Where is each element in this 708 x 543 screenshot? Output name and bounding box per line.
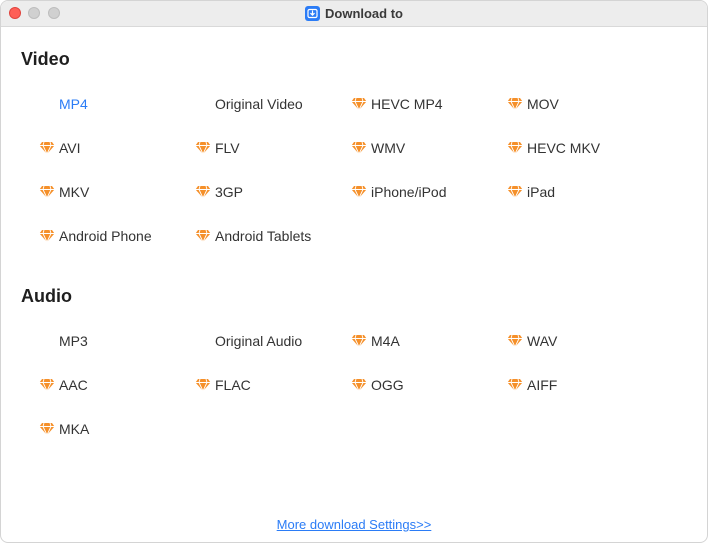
format-label: WAV: [527, 333, 558, 349]
format-option-flac[interactable]: FLAC: [195, 376, 251, 394]
download-to-window: Download to Video MP4 Original Video HEVC …: [0, 0, 708, 543]
format-option-mov[interactable]: MOV: [507, 95, 559, 113]
format-label: HEVC MKV: [527, 140, 601, 156]
icon-spacer: [39, 97, 55, 111]
title-bar: Download to: [1, 1, 707, 27]
premium-diamond-icon: [195, 141, 211, 155]
format-option-m4a[interactable]: M4A: [351, 332, 400, 350]
format-option-aiff[interactable]: AIFF: [507, 376, 557, 394]
format-label: M4A: [371, 333, 400, 349]
format-option-aac[interactable]: AAC: [39, 376, 88, 394]
format-option-flv[interactable]: FLV: [195, 139, 240, 157]
format-option-original-audio[interactable]: Original Audio: [195, 332, 302, 350]
format-label: HEVC MP4: [371, 96, 443, 112]
window-title: Download to: [325, 5, 403, 21]
format-label: MP4: [59, 96, 88, 112]
format-label: iPhone/iPod: [371, 184, 447, 200]
format-label: 3GP: [215, 184, 244, 200]
premium-diamond-icon: [39, 141, 55, 155]
window-title-group: Download to: [1, 5, 707, 21]
format-label: Android Phone: [59, 228, 152, 244]
premium-diamond-icon: [507, 185, 523, 199]
format-label: FLV: [215, 140, 240, 156]
format-option-mkv[interactable]: MKV: [39, 183, 89, 201]
format-label: iPad: [527, 184, 556, 200]
format-option-android-tablets[interactable]: Android Tablets: [195, 227, 311, 245]
format-option-mp3[interactable]: MP3: [39, 332, 88, 350]
premium-diamond-icon: [39, 229, 55, 243]
format-option-original-video[interactable]: Original Video: [195, 95, 303, 113]
premium-diamond-icon: [351, 185, 367, 199]
format-label: OGG: [371, 377, 404, 393]
more-download-settings-link[interactable]: More download Settings>>: [1, 517, 707, 532]
format-label: MKA: [59, 421, 90, 437]
format-label: MOV: [527, 96, 559, 112]
format-option-wav[interactable]: WAV: [507, 332, 557, 350]
video-section-heading: Video: [21, 49, 70, 69]
format-label: AIFF: [527, 377, 558, 393]
premium-diamond-icon: [507, 97, 523, 111]
icon-spacer: [39, 334, 55, 348]
format-label: Original Video: [215, 96, 303, 112]
premium-diamond-icon: [507, 334, 523, 348]
format-label: MKV: [59, 184, 90, 200]
format-option-wmv[interactable]: WMV: [351, 139, 405, 157]
premium-diamond-icon: [39, 185, 55, 199]
format-option-avi[interactable]: AVI: [39, 139, 81, 157]
format-option-iphone-ipod[interactable]: iPhone/iPod: [351, 183, 447, 201]
format-option-hevc-mkv[interactable]: HEVC MKV: [507, 139, 600, 157]
format-label: AAC: [59, 377, 88, 393]
premium-diamond-icon: [39, 378, 55, 392]
format-label: Original Audio: [215, 333, 303, 349]
format-label: FLAC: [215, 377, 251, 393]
premium-diamond-icon: [507, 141, 523, 155]
format-option-mp4[interactable]: MP4: [39, 95, 88, 113]
premium-diamond-icon: [195, 229, 211, 243]
format-label: MP3: [59, 333, 88, 349]
premium-diamond-icon: [39, 422, 55, 436]
format-option-hevc-mp4[interactable]: HEVC MP4: [351, 95, 443, 113]
icon-spacer: [195, 97, 211, 111]
premium-diamond-icon: [351, 141, 367, 155]
format-label: Android Tablets: [215, 228, 312, 244]
icon-spacer: [195, 334, 211, 348]
format-label: WMV: [371, 140, 406, 156]
format-label: AVI: [59, 140, 81, 156]
format-option-ipad[interactable]: iPad: [507, 183, 555, 201]
premium-diamond-icon: [507, 378, 523, 392]
format-option-mka[interactable]: MKA: [39, 420, 89, 438]
download-app-icon: [305, 5, 320, 21]
format-option-android-phone[interactable]: Android Phone: [39, 227, 152, 245]
audio-section-heading: Audio: [21, 286, 72, 306]
premium-diamond-icon: [195, 378, 211, 392]
premium-diamond-icon: [351, 334, 367, 348]
premium-diamond-icon: [195, 185, 211, 199]
premium-diamond-icon: [351, 97, 367, 111]
format-option-3gp[interactable]: 3GP: [195, 183, 243, 201]
premium-diamond-icon: [351, 378, 367, 392]
format-option-ogg[interactable]: OGG: [351, 376, 404, 394]
